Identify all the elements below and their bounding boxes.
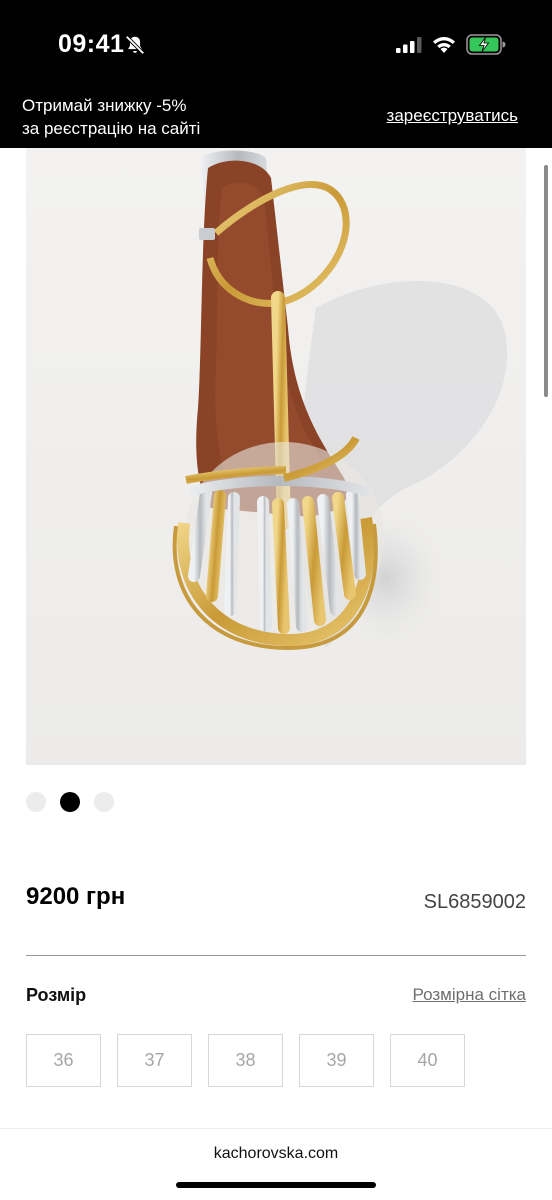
product-image[interactable] xyxy=(26,148,526,765)
register-link[interactable]: зареєструватись xyxy=(387,106,518,126)
divider xyxy=(26,955,526,956)
battery-charging-icon xyxy=(466,34,506,55)
sandal-illustration xyxy=(26,148,526,765)
browser-url-bar[interactable]: kachorovska.com xyxy=(0,1128,552,1200)
home-indicator[interactable] xyxy=(176,1182,376,1188)
promo-line-2: за реєстрацію на сайті xyxy=(22,119,201,138)
gallery-dot-3[interactable] xyxy=(94,792,114,812)
status-bar: 09:41 xyxy=(0,0,552,88)
size-chart-link[interactable]: Розмірна сітка xyxy=(413,985,526,1005)
product-sku: SL6859002 xyxy=(423,891,526,913)
wifi-icon xyxy=(433,37,455,53)
size-option-37[interactable]: 37 xyxy=(117,1034,192,1087)
scroll-indicator[interactable] xyxy=(544,165,548,397)
signal-icon xyxy=(396,37,422,53)
promo-text: Отримай знижку -5% за реєстрацію на сайт… xyxy=(22,94,200,140)
status-time: 09:41 xyxy=(58,30,125,58)
bell-slash-icon xyxy=(125,35,145,55)
promo-line-1: Отримай знижку -5% xyxy=(22,96,187,115)
size-option-36[interactable]: 36 xyxy=(26,1034,101,1087)
size-option-40[interactable]: 40 xyxy=(390,1034,465,1087)
promo-banner: Отримай знижку -5% за реєстрацію на сайт… xyxy=(0,88,552,148)
gallery-dot-1[interactable] xyxy=(26,792,46,812)
size-option-38[interactable]: 38 xyxy=(208,1034,283,1087)
url-text[interactable]: kachorovska.com xyxy=(0,1145,552,1163)
size-option-39[interactable]: 39 xyxy=(299,1034,374,1087)
size-label: Розмір xyxy=(26,985,87,1005)
product-price: 9200 грн xyxy=(26,883,126,910)
gallery-dots xyxy=(26,792,114,812)
gallery-dot-2[interactable] xyxy=(60,792,80,812)
size-options: 36 37 38 39 40 xyxy=(26,1034,465,1087)
